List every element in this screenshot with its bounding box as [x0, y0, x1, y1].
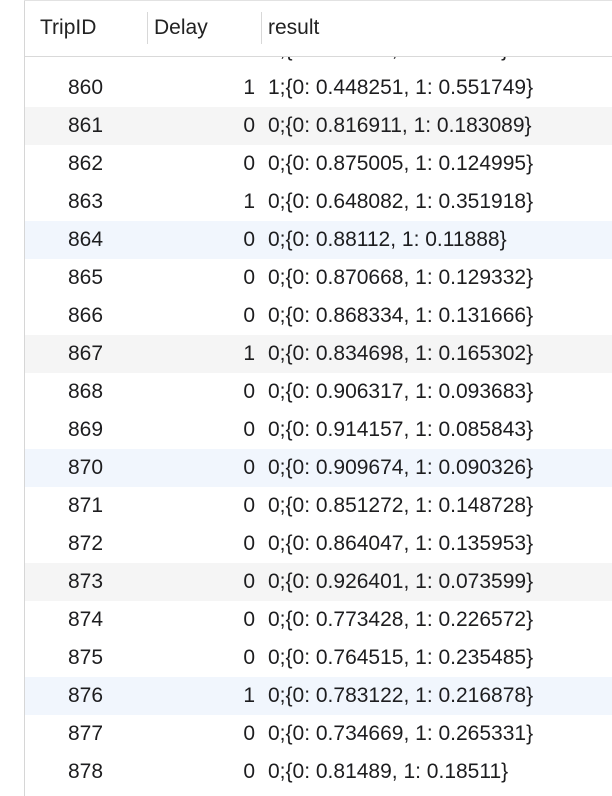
- cell-tripid[interactable]: 874: [24, 601, 147, 639]
- column-header-row: TripID Delay result: [0, 0, 612, 57]
- table-row[interactable]: 866 0 0;{0: 0.868334, 1: 0.131666}: [0, 297, 612, 335]
- cell-delay[interactable]: 0: [147, 563, 255, 601]
- cell-tripid[interactable]: 875: [24, 639, 147, 677]
- cell-result[interactable]: 0;{0: 0.909674, 1: 0.090326}: [268, 449, 533, 487]
- column-header-delay[interactable]: Delay: [154, 0, 208, 56]
- table-row[interactable]: 867 1 0;{0: 0.834698, 1: 0.165302}: [0, 335, 612, 373]
- table-row[interactable]: 860 1 1;{0: 0.448251, 1: 0.551749}: [0, 69, 612, 107]
- cell-delay[interactable]: 1: [147, 183, 255, 221]
- cell-result[interactable]: 0;{0: 0.851272, 1: 0.148728}: [268, 487, 533, 525]
- column-resize-handle[interactable]: [147, 12, 148, 44]
- cell-tripid[interactable]: 861: [24, 107, 147, 145]
- column-header-result[interactable]: result: [268, 0, 319, 56]
- table-row[interactable]: 863 1 0;{0: 0.648082, 1: 0.351918}: [0, 183, 612, 221]
- row-gutter[interactable]: [0, 0, 25, 796]
- cell-result[interactable]: 0;{0: 0.648082, 1: 0.351918}: [268, 183, 533, 221]
- cell-result[interactable]: 0;{0: 0.926401, 1: 0.073599}: [268, 563, 533, 601]
- cell-result[interactable]: 0;{0: 0.864047, 1: 0.135953}: [268, 525, 533, 563]
- cell-result[interactable]: 1;{0: 0.448251, 1: 0.551749}: [268, 69, 533, 107]
- cell-result[interactable]: 0;{0: 0.834698, 1: 0.165302}: [268, 335, 533, 373]
- cell-delay[interactable]: 1: [147, 677, 255, 715]
- table-row[interactable]: 871 0 0;{0: 0.851272, 1: 0.148728}: [0, 487, 612, 525]
- table-row[interactable]: 876 1 0;{0: 0.783122, 1: 0.216878}: [0, 677, 612, 715]
- cell-tripid[interactable]: 868: [24, 373, 147, 411]
- cell-result[interactable]: 0;{0: 0.868334, 1: 0.131666}: [268, 297, 533, 335]
- cell-result[interactable]: 0;{0: 0.764515, 1: 0.235485}: [268, 639, 533, 677]
- table-row[interactable]: 861 0 0;{0: 0.816911, 1: 0.183089}: [0, 107, 612, 145]
- table-row[interactable]: 873 0 0;{0: 0.926401, 1: 0.073599}: [0, 563, 612, 601]
- cell-result[interactable]: 0;{0: 0.81489, 1: 0.18511}: [268, 753, 508, 791]
- table-row[interactable]: 862 0 0;{0: 0.875005, 1: 0.124995}: [0, 145, 612, 183]
- cell-delay[interactable]: 0: [147, 601, 255, 639]
- cell-tripid[interactable]: 878: [24, 753, 147, 791]
- cell-tripid[interactable]: 870: [24, 449, 147, 487]
- table-row[interactable]: 872 0 0;{0: 0.864047, 1: 0.135953}: [0, 525, 612, 563]
- cell-delay[interactable]: 0: [147, 373, 255, 411]
- results-grid: TripID Delay result 85900;{0: 0.63881, 1…: [0, 0, 612, 796]
- cell-tripid[interactable]: 863: [24, 183, 147, 221]
- cell-tripid[interactable]: 876: [24, 677, 147, 715]
- cell-tripid[interactable]: 864: [24, 221, 147, 259]
- cell-tripid[interactable]: 873: [24, 563, 147, 601]
- cell-delay[interactable]: 0: [147, 449, 255, 487]
- cell-result[interactable]: 0;{0: 0.88112, 1: 0.11888}: [268, 221, 507, 259]
- cell-tripid[interactable]: 860: [24, 69, 147, 107]
- table-row[interactable]: 869 0 0;{0: 0.914157, 1: 0.085843}: [0, 411, 612, 449]
- column-resize-handle[interactable]: [261, 12, 262, 44]
- cell-result[interactable]: 0;{0: 0.783122, 1: 0.216878}: [268, 677, 533, 715]
- cell-delay[interactable]: 0: [147, 221, 255, 259]
- cell-delay[interactable]: 0: [147, 107, 255, 145]
- cell-result[interactable]: 0;{0: 0.906317, 1: 0.093683}: [268, 373, 533, 411]
- cell-delay[interactable]: 0: [147, 411, 255, 449]
- cell-result[interactable]: 0;{0: 0.875005, 1: 0.124995}: [268, 145, 533, 183]
- cell-tripid[interactable]: 869: [24, 411, 147, 449]
- cell-delay[interactable]: 0: [147, 487, 255, 525]
- cell-tripid[interactable]: 871: [24, 487, 147, 525]
- cell-tripid[interactable]: 865: [24, 259, 147, 297]
- cell-result[interactable]: 0;{0: 0.914157, 1: 0.085843}: [268, 411, 533, 449]
- column-header-tripid[interactable]: TripID: [40, 0, 96, 56]
- cell-delay[interactable]: 0: [147, 525, 255, 563]
- table-row[interactable]: 874 0 0;{0: 0.773428, 1: 0.226572}: [0, 601, 612, 639]
- table-row[interactable]: 868 0 0;{0: 0.906317, 1: 0.093683}: [0, 373, 612, 411]
- cell-delay[interactable]: 0: [147, 753, 255, 791]
- table-row[interactable]: 864 0 0;{0: 0.88112, 1: 0.11888}: [0, 221, 612, 259]
- cell-delay[interactable]: 1: [147, 69, 255, 107]
- cell-delay[interactable]: 0: [147, 297, 255, 335]
- cell-delay[interactable]: 0: [147, 715, 255, 753]
- cell-delay[interactable]: 0: [147, 145, 255, 183]
- cell-result[interactable]: 0;{0: 0.870668, 1: 0.129332}: [268, 259, 533, 297]
- table-row[interactable]: 878 0 0;{0: 0.81489, 1: 0.18511}: [0, 753, 612, 791]
- cell-result[interactable]: 0;{0: 0.734669, 1: 0.265331}: [268, 715, 533, 753]
- cell-delay[interactable]: 0: [147, 259, 255, 297]
- cell-result[interactable]: 0;{0: 0.816911, 1: 0.183089}: [268, 107, 532, 145]
- cell-result[interactable]: 0;{0: 0.773428, 1: 0.226572}: [268, 601, 533, 639]
- top-border: [24, 0, 612, 1]
- table-row[interactable]: 877 0 0;{0: 0.734669, 1: 0.265331}: [0, 715, 612, 753]
- table-body: 85900;{0: 0.63881, 1: 0.36119}86011;{0: …: [0, 31, 612, 791]
- cell-tripid[interactable]: 866: [24, 297, 147, 335]
- cell-delay[interactable]: 1: [147, 335, 255, 373]
- cell-tripid[interactable]: 862: [24, 145, 147, 183]
- table-row[interactable]: 875 0 0;{0: 0.764515, 1: 0.235485}: [0, 639, 612, 677]
- table-row[interactable]: 870 0 0;{0: 0.909674, 1: 0.090326}: [0, 449, 612, 487]
- cell-tripid[interactable]: 877: [24, 715, 147, 753]
- table-row[interactable]: 865 0 0;{0: 0.870668, 1: 0.129332}: [0, 259, 612, 297]
- cell-tripid[interactable]: 872: [24, 525, 147, 563]
- cell-tripid[interactable]: 867: [24, 335, 147, 373]
- cell-delay[interactable]: 0: [147, 639, 255, 677]
